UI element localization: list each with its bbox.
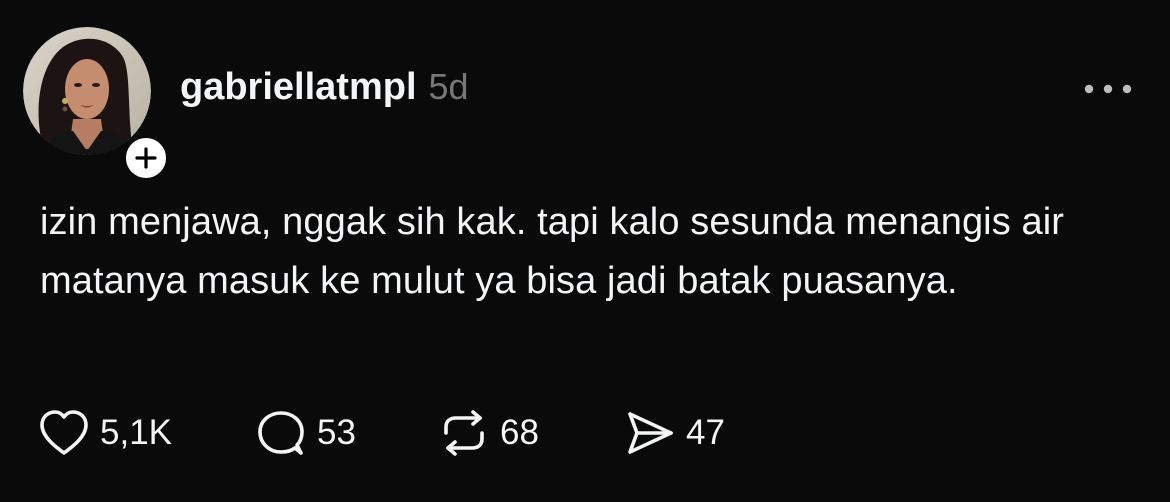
heart-icon <box>40 410 88 455</box>
follow-button[interactable] <box>121 133 171 183</box>
like-button[interactable]: 5,1K <box>38 408 172 458</box>
send-icon <box>628 412 673 454</box>
more-options-button[interactable] <box>1080 74 1136 104</box>
username[interactable]: gabriellatmpl <box>180 66 417 109</box>
reply-button[interactable]: 53 <box>255 408 356 458</box>
post-header: gabriellatmpl 5d <box>180 66 469 109</box>
timestamp: 5d <box>428 66 469 107</box>
repost-button[interactable]: 68 <box>438 408 539 458</box>
share-count: 47 <box>686 413 725 452</box>
comment-bubble-icon <box>258 411 304 455</box>
plus-icon <box>135 147 157 169</box>
reply-count: 53 <box>317 413 356 452</box>
avatar-container[interactable] <box>23 27 171 183</box>
like-count: 5,1K <box>100 413 172 452</box>
post-text: izin menjawa, nggak sih kak. tapi kalo s… <box>40 201 1065 302</box>
repost-count: 68 <box>500 413 539 452</box>
repost-icon <box>444 410 484 456</box>
share-button[interactable]: 47 <box>624 408 725 458</box>
more-horizontal-icon <box>1084 84 1132 94</box>
thread-post: gabriellatmpl 5d izin menjawa, nggak sih… <box>0 0 1170 502</box>
